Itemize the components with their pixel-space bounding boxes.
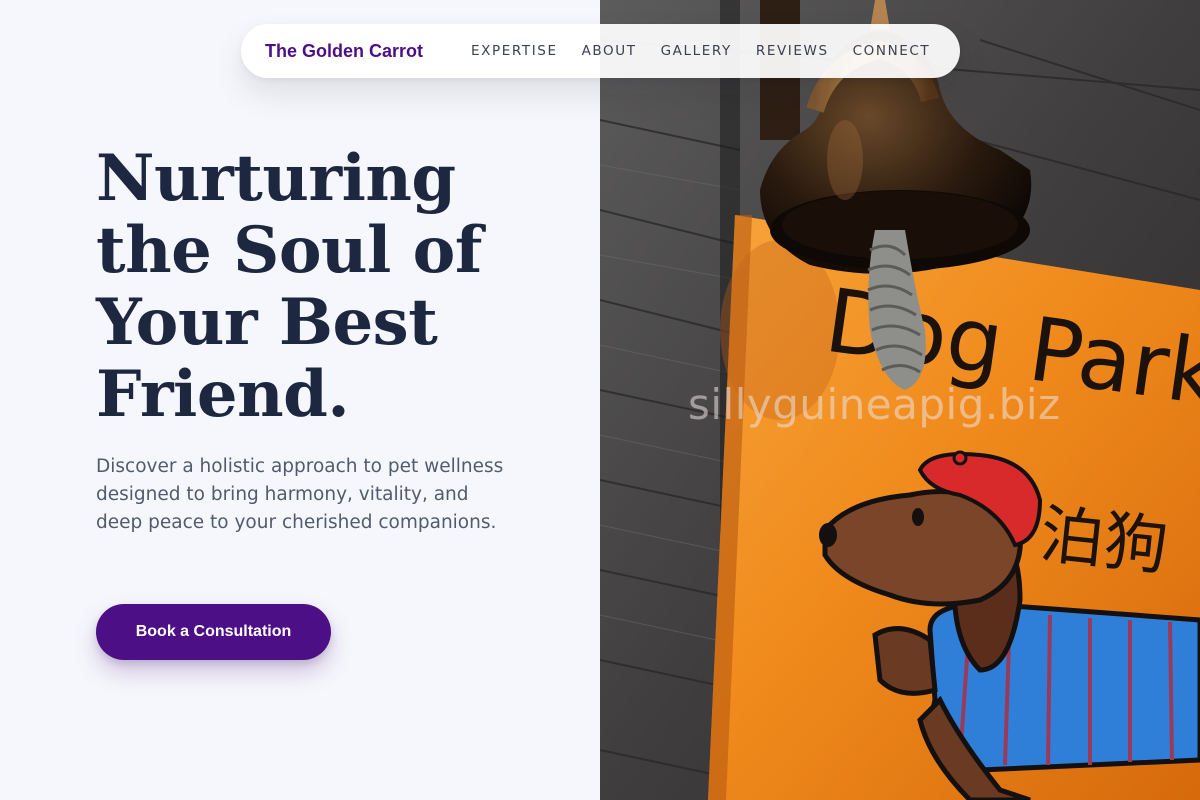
- sign-chinese-text: 泊狗: [1036, 498, 1171, 585]
- hero-photo: Dog Parkin 泊狗: [600, 0, 1200, 800]
- hero-description: Discover a holistic approach to pet well…: [96, 456, 504, 533]
- hero-title-line: Nurturing: [96, 141, 456, 216]
- top-nav: The Golden Carrot EXPERTISE ABOUT GALLER…: [241, 24, 960, 78]
- book-consultation-button[interactable]: Book a Consultation: [96, 604, 331, 660]
- watermark-text: sillyguineapig.biz: [688, 380, 1061, 429]
- nav-link-expertise[interactable]: EXPERTISE: [471, 43, 558, 59]
- hero-section: Nurturing the Soul of Your Best Friend. …: [0, 0, 600, 800]
- hero-title-line: the Soul of: [96, 213, 482, 288]
- hero-title: Nurturing the Soul of Your Best Friend.: [96, 143, 576, 431]
- nav-link-about[interactable]: ABOUT: [582, 43, 637, 59]
- nav-link-gallery[interactable]: GALLERY: [661, 43, 732, 59]
- nav-link-connect[interactable]: CONNECT: [853, 43, 931, 59]
- nav-link-reviews[interactable]: REVIEWS: [756, 43, 829, 59]
- hero-title-line: Your Best: [96, 285, 438, 360]
- nav-links: EXPERTISE ABOUT GALLERY REVIEWS CONNECT: [471, 42, 930, 60]
- brand-logo-link[interactable]: The Golden Carrot: [265, 41, 423, 62]
- hero-title-line: Friend.: [96, 357, 350, 432]
